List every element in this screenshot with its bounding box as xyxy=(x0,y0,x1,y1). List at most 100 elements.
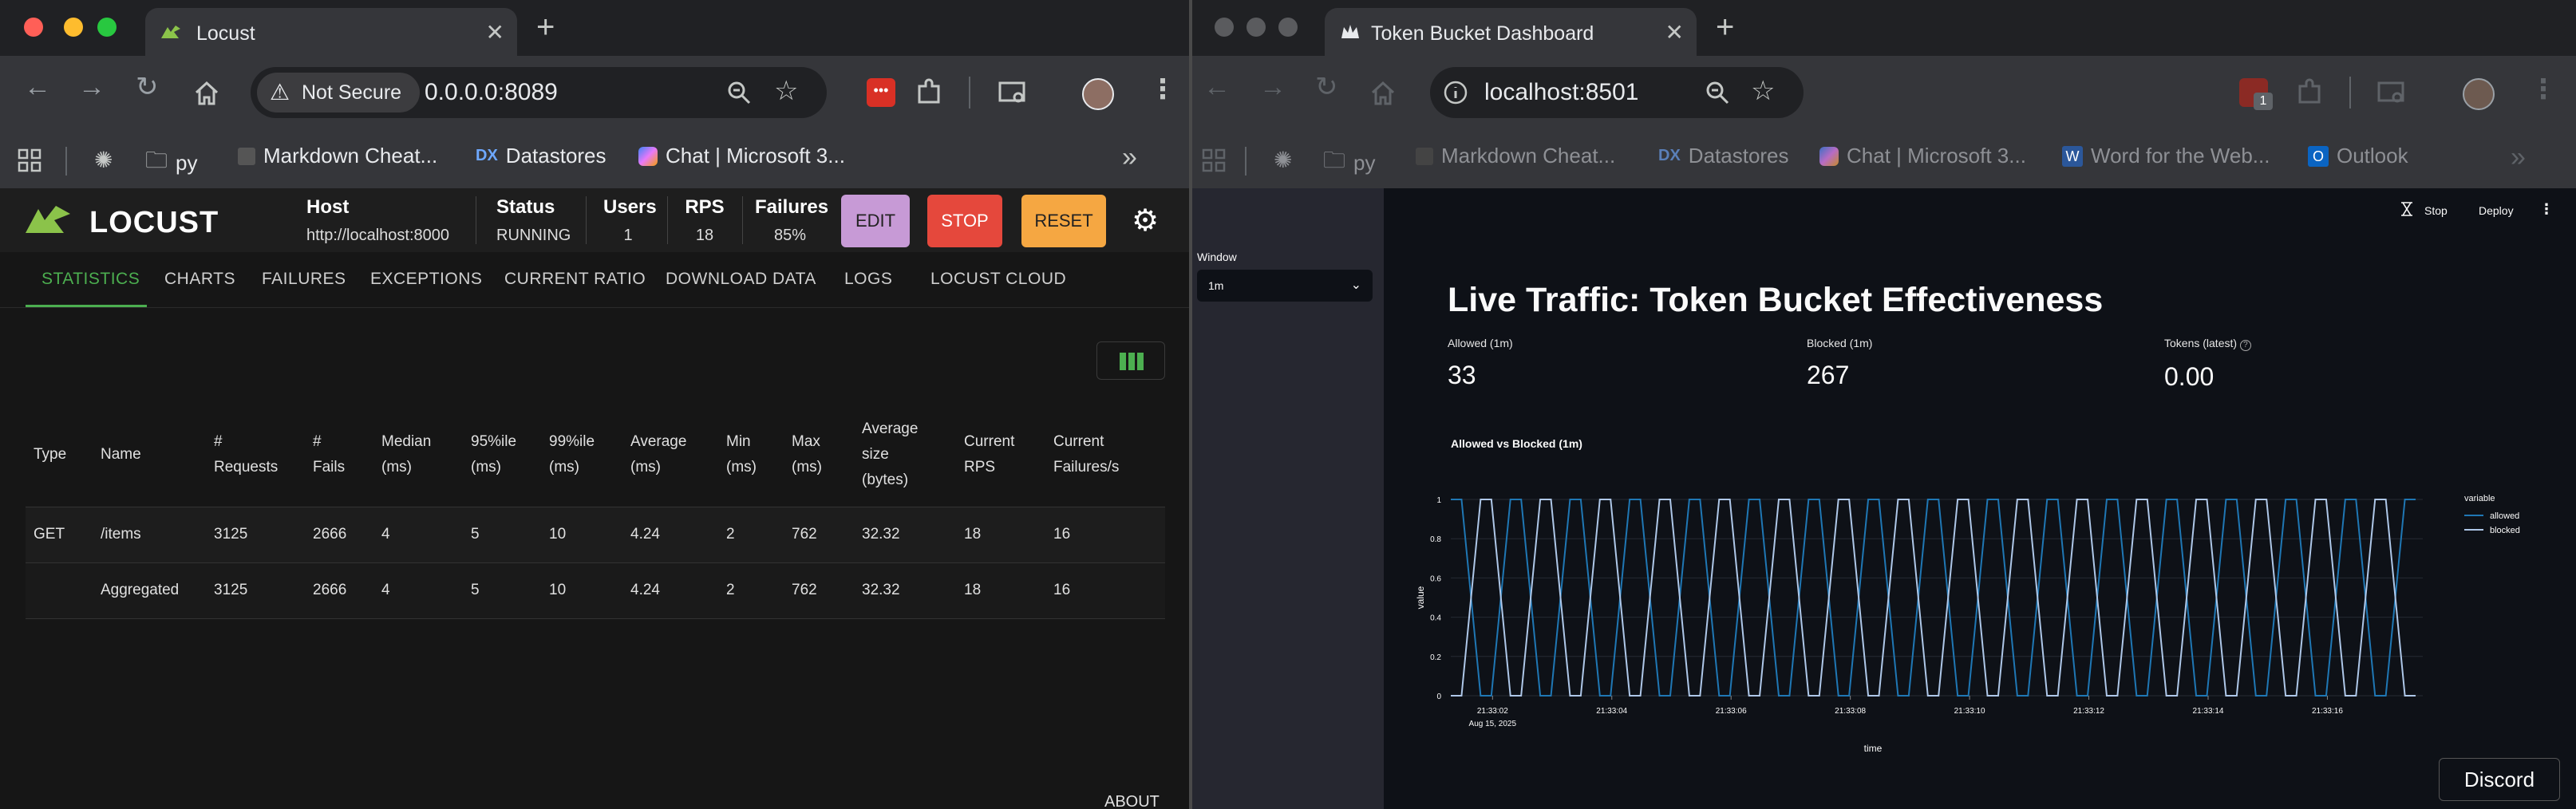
legend-label-blocked: blocked xyxy=(2490,526,2520,535)
zoom-icon[interactable] xyxy=(1705,80,1730,105)
close-tab-icon[interactable]: ✕ xyxy=(486,19,504,45)
col-type[interactable]: Type xyxy=(26,403,93,507)
new-tab-button[interactable]: + xyxy=(1716,10,1734,45)
puzzle-extensions-icon[interactable] xyxy=(2295,78,2324,107)
profile-avatar[interactable] xyxy=(1082,78,1114,110)
reset-button[interactable]: RESET xyxy=(1021,195,1106,247)
menu-kebab-icon[interactable]: ⋮ xyxy=(1149,73,1176,105)
col-current-failures[interactable]: Current Failures/s xyxy=(1045,403,1165,507)
bookmark-chat[interactable]: Chat | Microsoft 3... xyxy=(638,144,845,168)
extension-icon[interactable]: 1 xyxy=(2239,78,2273,110)
close-window-button[interactable] xyxy=(1215,18,1234,37)
back-icon[interactable]: ← xyxy=(24,73,51,101)
more-bookmarks-icon[interactable]: » xyxy=(1122,142,1137,173)
bookmark-outlook[interactable]: O Outlook xyxy=(2308,144,2408,168)
edit-button[interactable]: EDIT xyxy=(841,195,910,247)
tab-charts[interactable]: CHARTS xyxy=(164,270,235,289)
minimize-window-button[interactable] xyxy=(64,18,83,37)
puzzle-extensions-icon[interactable] xyxy=(915,78,943,107)
site-info-icon[interactable] xyxy=(1443,80,1468,105)
security-chip[interactable]: ⚠ Not Secure xyxy=(257,73,420,112)
discord-button[interactable]: Discord xyxy=(2439,758,2560,801)
col-min[interactable]: Min (ms) xyxy=(718,403,784,507)
bookmark-py[interactable]: 🗀 py xyxy=(1323,144,1375,182)
apps-grid-icon[interactable] xyxy=(18,148,41,172)
header-text: Current xyxy=(1053,432,1104,450)
more-bookmarks-icon[interactable]: » xyxy=(2511,142,2526,173)
minimize-window-button[interactable] xyxy=(1247,18,1266,37)
tab-download-data[interactable]: DOWNLOAD DATA xyxy=(666,270,816,289)
tab-logs[interactable]: LOGS xyxy=(844,270,892,289)
table-cell: 5 xyxy=(463,506,541,562)
new-tab-button[interactable]: + xyxy=(536,10,555,45)
col-requests[interactable]: # Requests xyxy=(206,403,305,507)
bookmark-label: Chat | Microsoft 3... xyxy=(666,144,845,168)
extension-icon[interactable]: ••• xyxy=(867,78,895,107)
bookmark-chat[interactable]: Chat | Microsoft 3... xyxy=(1819,144,2026,168)
bookmark-py[interactable]: 🗀 py xyxy=(145,144,197,182)
tab-current-ratio[interactable]: CURRENT RATIO xyxy=(504,270,646,289)
col-current-rps[interactable]: Current RPS xyxy=(956,403,1045,507)
reload-icon[interactable]: ↻ xyxy=(136,73,159,101)
bookmark-datastores[interactable]: DX Datastores xyxy=(1658,144,1789,168)
col-99pct[interactable]: 99%ile (ms) xyxy=(541,403,622,507)
tab-search-icon[interactable] xyxy=(2376,78,2407,107)
streamlit-crown-icon xyxy=(1341,25,1359,38)
stop-button[interactable]: STOP xyxy=(927,195,1002,247)
col-95pct[interactable]: 95%ile (ms) xyxy=(463,403,541,507)
bookmark-word[interactable]: W Word for the Web... xyxy=(2062,144,2270,168)
zoom-window-button[interactable] xyxy=(1278,18,1298,37)
col-max[interactable]: Max (ms) xyxy=(784,403,854,507)
rps-stat: RPS 18 xyxy=(683,196,726,245)
back-icon[interactable]: ← xyxy=(1203,73,1231,101)
tab-exceptions[interactable]: EXCEPTIONS xyxy=(370,270,482,289)
extension-badge: 1 xyxy=(2254,93,2273,110)
reload-icon[interactable]: ↻ xyxy=(1315,73,1338,101)
col-average[interactable]: Average (ms) xyxy=(622,403,718,507)
menu-kebab-icon[interactable]: ⋮ xyxy=(2530,73,2557,105)
browser-tab-dashboard[interactable]: Token Bucket Dashboard ✕ xyxy=(1325,8,1697,56)
bookmark-markdown[interactable]: Markdown Cheat... xyxy=(238,144,437,168)
about-link[interactable]: ABOUT xyxy=(1104,793,1160,809)
bookmark-divider xyxy=(65,147,67,176)
tab-failures[interactable]: FAILURES xyxy=(262,270,346,289)
col-median[interactable]: Median (ms) xyxy=(373,403,463,507)
close-window-button[interactable] xyxy=(24,18,43,37)
zoom-window-button[interactable] xyxy=(97,18,117,37)
tab-statistics[interactable]: STATISTICS xyxy=(41,270,140,289)
locust-header: LOCUST Host http://localhost:8000 Status… xyxy=(0,188,1189,252)
stat-value: 1 xyxy=(623,227,633,244)
col-name[interactable]: Name xyxy=(93,403,206,507)
bookmarks-bar: ✺ 🗀 py Markdown Cheat... DX Datastores Cha… xyxy=(1192,134,2576,188)
bookmark-star-icon[interactable]: ☆ xyxy=(1751,75,1775,107)
tab-search-icon[interactable] xyxy=(998,78,1028,107)
warning-icon: ⚠ xyxy=(270,80,290,105)
zoom-icon[interactable] xyxy=(726,80,752,105)
address-bar[interactable]: ⚠ Not Secure 0.0.0.0:8089 ☆ xyxy=(251,67,827,118)
settings-gear-icon[interactable]: ⚙ xyxy=(1132,203,1159,239)
bookmark-markdown[interactable]: Markdown Cheat... xyxy=(1416,144,1615,168)
bookmark-star-icon[interactable]: ☆ xyxy=(774,75,798,107)
bookmark-datastores[interactable]: DX Datastores xyxy=(476,144,606,168)
table-cell: 10 xyxy=(541,562,622,619)
close-tab-icon[interactable]: ✕ xyxy=(1665,19,1684,45)
address-bar[interactable]: localhost:8501 ☆ xyxy=(1430,67,1804,118)
bookmark-label: py xyxy=(1353,150,1376,175)
col-fails[interactable]: # Fails xyxy=(305,403,373,507)
home-icon[interactable] xyxy=(193,80,220,107)
forward-icon[interactable]: → xyxy=(1259,73,1286,101)
table-header-row: Type Name # Requests # Fails Median (ms) 95… xyxy=(26,403,1165,507)
header-text: Median xyxy=(381,432,432,450)
home-icon[interactable] xyxy=(1369,80,1397,107)
tab-locust-cloud[interactable]: LOCUST CLOUD xyxy=(930,270,1066,289)
openai-bookmark-icon[interactable]: ✺ xyxy=(94,147,113,173)
forward-icon[interactable]: → xyxy=(78,73,105,101)
apps-grid-icon[interactable] xyxy=(1202,148,1226,172)
col-avg-size[interactable]: Average size (bytes) xyxy=(854,403,956,507)
profile-avatar[interactable] xyxy=(2463,78,2495,110)
bookmark-label: Chat | Microsoft 3... xyxy=(1847,144,2026,168)
browser-tab-locust[interactable]: Locust ✕ xyxy=(145,8,517,56)
window-select[interactable]: 1m ⌄ xyxy=(1197,270,1373,302)
column-selector-button[interactable] xyxy=(1096,341,1165,380)
openai-bookmark-icon[interactable]: ✺ xyxy=(1274,147,1292,173)
